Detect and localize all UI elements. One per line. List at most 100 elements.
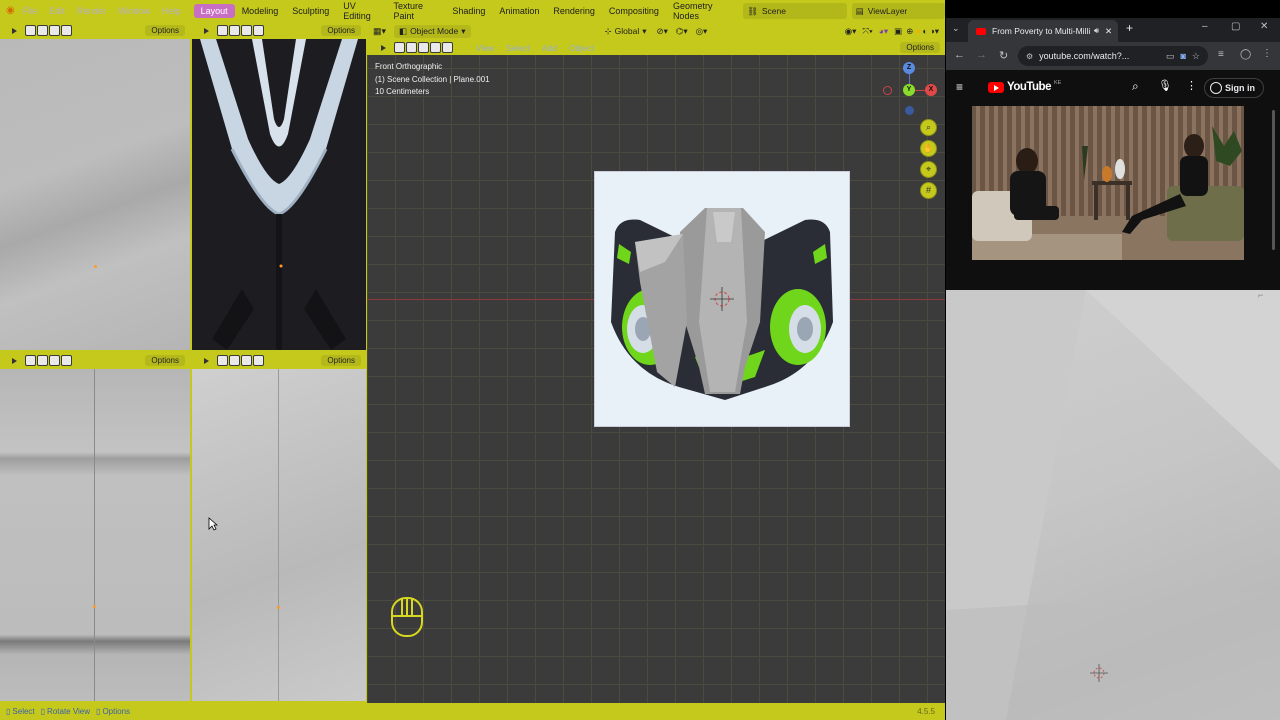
forward-icon[interactable]: → [976,49,987,61]
select-mode-icon[interactable] [49,355,60,366]
select-mode-icon[interactable] [229,25,240,36]
select-mode-icon[interactable] [406,42,417,53]
workspace-tab-uv-editing[interactable]: UV Editing [336,0,386,23]
workspace-tab-geometry-nodes[interactable]: Geometry Nodes [666,0,738,23]
youtube-logo[interactable]: YouTube KE [988,80,1061,93]
viewport-canvas[interactable] [192,369,366,701]
pan-hand-icon[interactable]: ✋ [920,140,937,157]
select-mode-icon[interactable] [253,355,264,366]
menu-edit[interactable]: Edit [43,6,71,16]
sign-in-button[interactable]: Sign in [1204,78,1264,98]
browser-tab[interactable]: From Poverty to Multi-Milli 🔊︎ ✕ [968,20,1118,42]
workspace-tab-texture-paint[interactable]: Texture Paint [387,0,446,23]
expand-icon[interactable] [12,27,17,34]
select-mode-icon[interactable] [229,355,240,366]
area-corner-icon[interactable]: ⌐ [1258,290,1263,300]
video-player[interactable] [972,106,1244,260]
select-mode-icon[interactable] [418,42,429,53]
pivot-icon[interactable]: ⊘▾ [657,26,668,37]
select-mode-icon[interactable] [49,25,60,36]
select-mode-icon[interactable] [61,25,72,36]
workspace-tab-shading[interactable]: Shading [445,4,492,18]
editor-type-icon[interactable]: ▦▾ [373,26,386,37]
options-button[interactable]: Options [321,25,361,36]
gizmo-toggle-icon[interactable]: ⤧▾ [862,26,872,37]
select-mode-icon[interactable] [241,25,252,36]
snap-icon[interactable]: ⌬▾ [676,26,688,37]
expand-icon[interactable] [12,357,17,364]
header-menu-view[interactable]: View [476,43,494,53]
gizmo-neg-z[interactable] [905,106,914,115]
blender-logo-icon[interactable]: ◉ [6,6,15,16]
shading-solid-icon[interactable]: ● [915,26,920,36]
select-mode-icon[interactable] [253,25,264,36]
gizmo-z-axis[interactable]: Z [903,62,915,74]
gizmo-y-axis[interactable]: Y [903,84,915,96]
orientation-dropdown[interactable]: ⊹ Global ▾ [605,26,647,37]
audio-icon[interactable]: 🔊︎ [1094,26,1099,36]
workspace-tab-animation[interactable]: Animation [492,4,546,18]
mode-dropdown[interactable]: ◧ Object Mode ▾ [394,24,471,38]
extension-icon[interactable]: ◙ [1180,51,1185,61]
viewport-bottom-middle[interactable]: Options [192,352,366,701]
select-mode-icon[interactable] [61,355,72,366]
options-button[interactable]: Options [900,42,940,53]
viewport-canvas[interactable] [0,369,190,701]
expand-icon[interactable] [204,357,209,364]
shading-material-icon[interactable]: ◐ [922,26,927,36]
workspace-tab-layout[interactable]: Layout [193,4,235,18]
select-mode-icon[interactable] [37,355,48,366]
menu-window[interactable]: Window [112,6,156,16]
select-mode-icon[interactable] [394,42,405,53]
gizmo-x-axis[interactable]: X [925,84,937,96]
profile-icon[interactable]: ◯ [1240,49,1251,60]
tab-close-icon[interactable]: ✕ [1105,26,1112,37]
select-mode-icon[interactable] [25,355,36,366]
overlay-icon[interactable]: ◕▾ [879,26,888,37]
hamburger-menu-icon[interactable]: ≡ [956,80,963,94]
main-3d-viewport[interactable]: View Select Add Object Options Front Ort… [367,40,945,703]
reference-image-plane[interactable] [594,171,850,427]
workspace-tab-sculpting[interactable]: Sculpting [285,4,336,18]
menu-help[interactable]: Help [156,6,187,16]
navigation-gizmo[interactable]: Z Y X [880,60,940,120]
expand-icon[interactable] [204,27,209,34]
options-button[interactable]: Options [145,25,185,36]
shading-wireframe-icon[interactable]: ⊕ [906,26,913,37]
site-info-icon[interactable]: ⚙ [1026,52,1033,61]
microphone-icon[interactable]: 🎙︎ [1158,79,1172,92]
grid-toggle-icon[interactable]: # [920,182,937,199]
menu-file[interactable]: File [17,6,44,16]
address-bar[interactable]: ⚙ youtube.com/watch?... ▭ ◙ ☆ [1018,46,1208,66]
options-button[interactable]: Options [145,355,185,366]
scene-selector[interactable]: ⛓ Scene [743,3,847,19]
workspace-tab-rendering[interactable]: Rendering [546,4,602,18]
media-controls-icon[interactable]: ≡ [1218,49,1224,60]
select-mode-icon[interactable] [442,42,453,53]
viewport-top-left[interactable]: Options [0,22,190,350]
viewport-bottom-right[interactable]: ⌐ [946,290,1280,720]
view-layer-selector[interactable]: ▤ ViewLayer [851,3,945,19]
maximize-icon[interactable]: ▢ [1231,21,1240,32]
select-mode-icon[interactable] [217,25,228,36]
more-options-icon[interactable]: ⋮ [1186,79,1197,92]
page-scrollbar[interactable] [1272,110,1275,250]
xray-icon[interactable]: ▣ [894,26,902,37]
select-mode-icon[interactable] [241,355,252,366]
select-mode-icon[interactable] [217,355,228,366]
reload-icon[interactable]: ↻ [999,49,1008,62]
zoom-icon[interactable]: ⌕ [920,119,937,136]
viewport-bottom-left[interactable]: Options [0,352,190,701]
header-menu-select[interactable]: Select [506,43,530,53]
viewport-canvas[interactable] [192,39,366,350]
expand-icon[interactable] [381,44,386,51]
viewport-canvas[interactable] [0,39,190,350]
viewport-top-middle[interactable]: Options [192,22,366,350]
install-icon[interactable]: ▭ [1166,51,1175,62]
window-close-icon[interactable]: ✕ [1260,21,1268,32]
options-button[interactable]: Options [321,355,361,366]
header-menu-object[interactable]: Object [569,43,594,53]
tab-search-icon[interactable]: ⌄ [952,23,960,34]
back-icon[interactable]: ← [954,49,965,61]
minimize-icon[interactable]: – [1202,21,1208,32]
